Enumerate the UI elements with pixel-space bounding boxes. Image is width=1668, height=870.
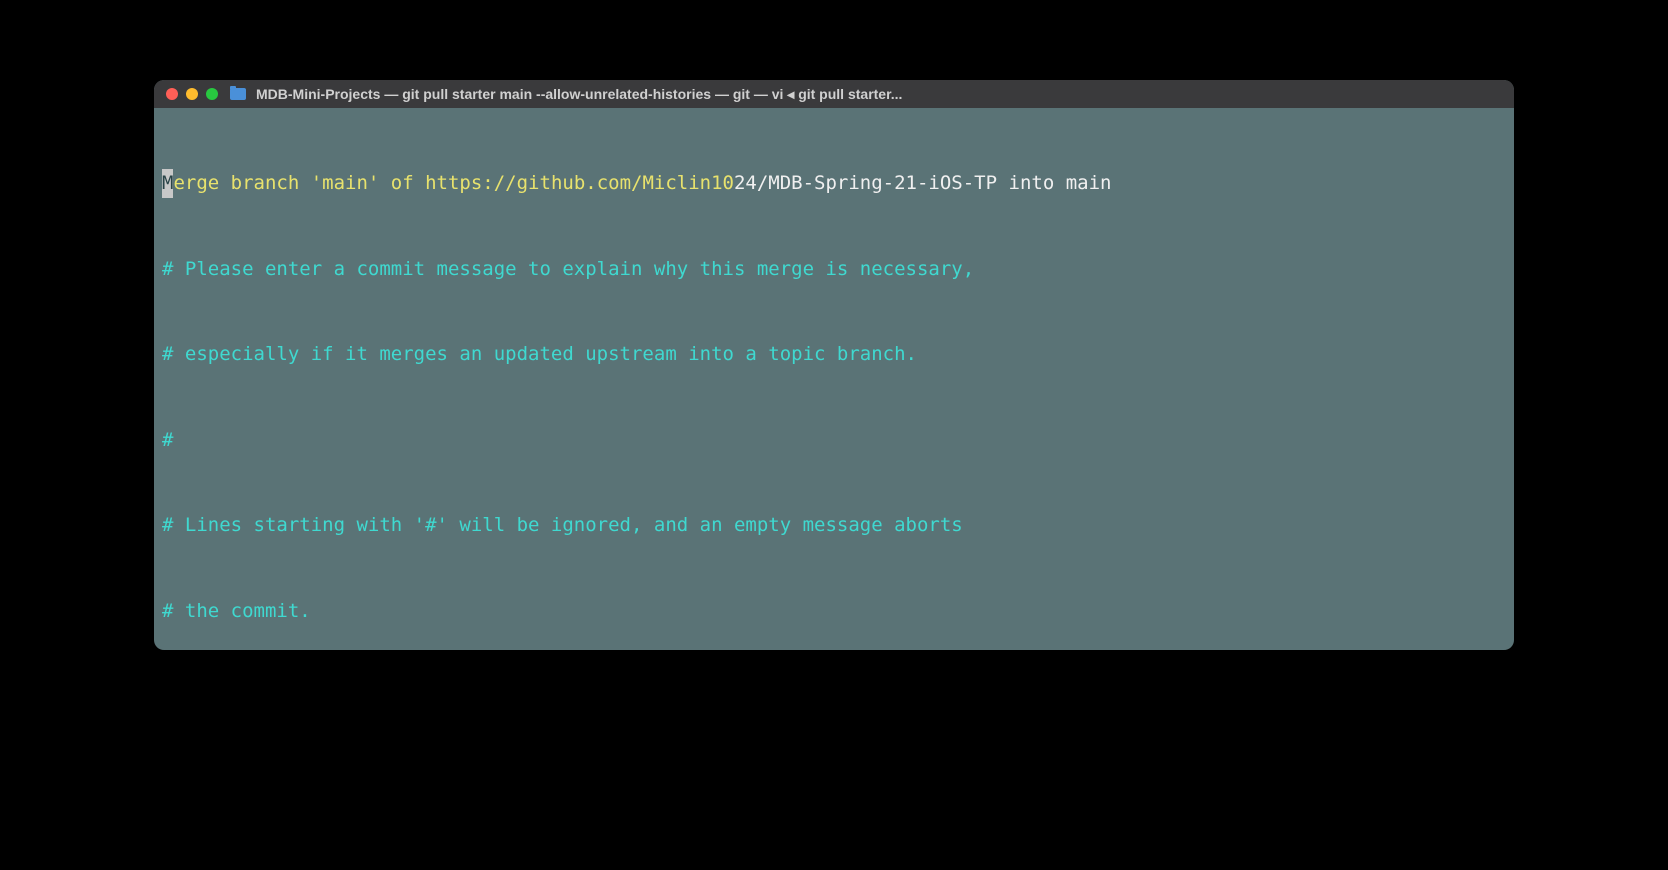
minimize-button[interactable] (186, 88, 198, 100)
editor-area[interactable]: Merge branch 'main' of https://github.co… (154, 108, 1514, 650)
comment-line: # Lines starting with '#' will be ignore… (162, 511, 1506, 540)
comment-line: # (162, 426, 1506, 455)
window-title: MDB-Mini-Projects — git pull starter mai… (256, 86, 1502, 103)
traffic-lights (166, 88, 218, 100)
folder-icon (230, 88, 246, 100)
commit-msg-part2: 24/MDB-Spring-21-iOS-TP into main (734, 169, 1112, 198)
maximize-button[interactable] (206, 88, 218, 100)
titlebar[interactable]: MDB-Mini-Projects — git pull starter mai… (154, 80, 1514, 108)
comment-line: # especially if it merges an updated ups… (162, 340, 1506, 369)
terminal-window: MDB-Mini-Projects — git pull starter mai… (154, 80, 1514, 650)
close-button[interactable] (166, 88, 178, 100)
commit-msg-part1: erge branch 'main' of https://github.com… (173, 169, 734, 198)
commit-message-line[interactable]: Merge branch 'main' of https://github.co… (162, 169, 1506, 198)
cursor: M (162, 169, 173, 198)
comment-line: # the commit. (162, 597, 1506, 626)
comment-line: # Please enter a commit message to expla… (162, 255, 1506, 284)
